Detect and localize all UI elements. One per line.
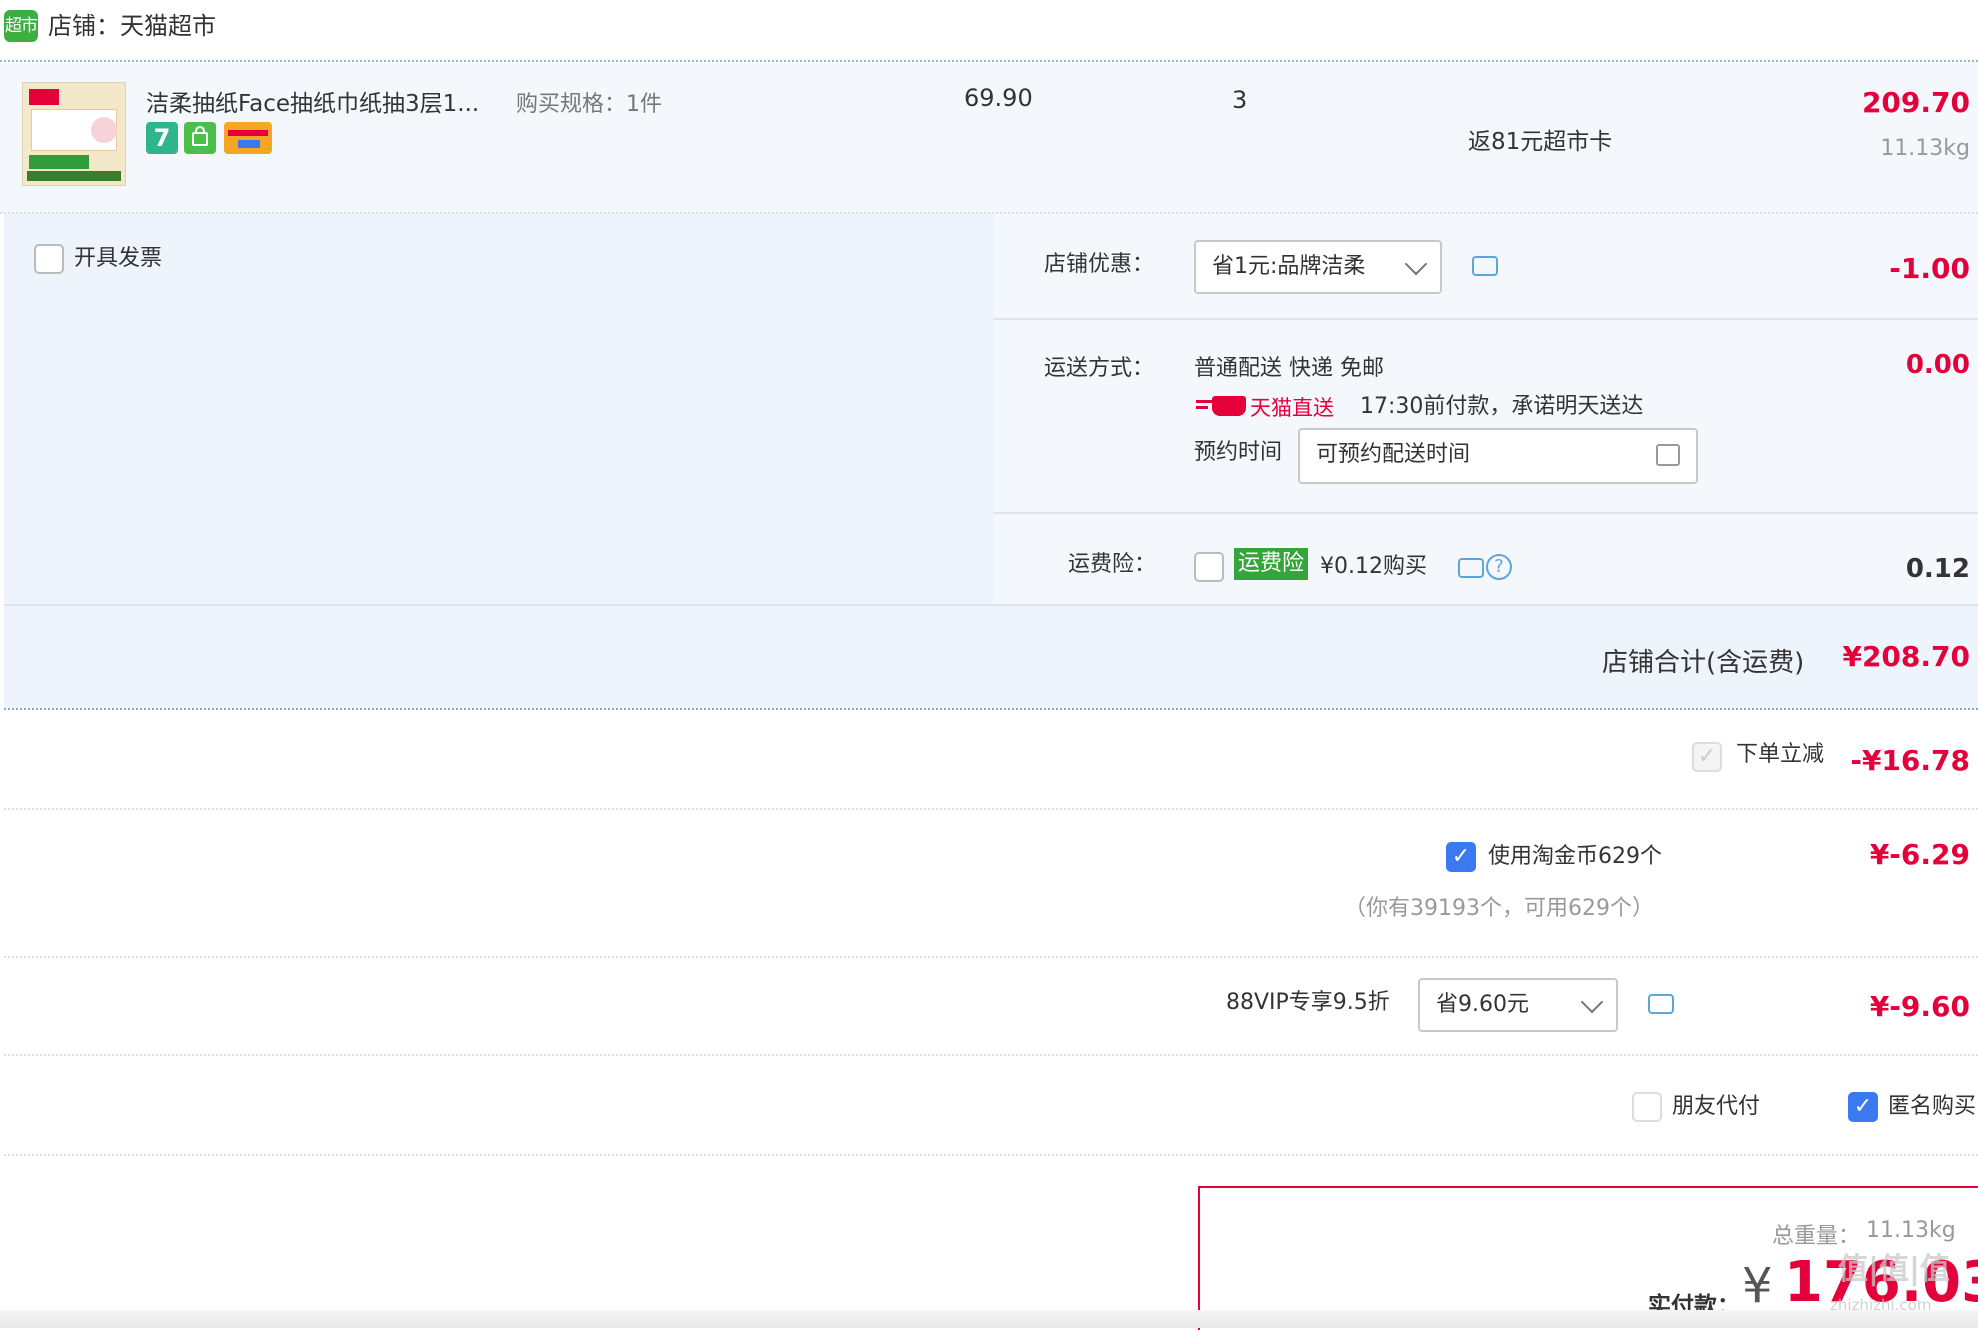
divider [4,956,1978,958]
anonymous-label: 匿名购买 [1888,1094,1977,1119]
freight-insurance-price: ¥0.12购买 [1320,554,1427,579]
shop-name[interactable]: 店铺：天猫超市 [48,10,216,42]
shipping-amount: 0.00 [1905,350,1970,380]
instant-discount-checkbox: ✓ [1692,742,1722,772]
total-weight: 11.13kg [1866,1218,1956,1243]
chevron-down-icon [1580,990,1604,1014]
bottom-edge [0,1310,1978,1328]
taojinbi-label: 使用淘金币629个 [1488,844,1662,869]
supermarket-icon: 超市 [4,10,38,42]
freight-insurance-label: 运费险： [1068,552,1157,577]
shipping-method: 普通配送 快递 免邮 [1194,356,1384,381]
friend-pay-checkbox[interactable] [1632,1092,1662,1122]
shipping-label: 运送方式： [1044,356,1155,381]
invoice-checkbox[interactable] [34,244,64,274]
shop-total-label: 店铺合计(含运费) [1602,648,1805,678]
divider [994,512,1978,514]
friend-pay-label: 朋友代付 [1672,1094,1761,1119]
anonymous-checkbox[interactable]: ✓ [1848,1092,1878,1122]
product-title[interactable]: 洁柔抽纸Face抽纸巾纸抽3层1... [146,84,479,118]
instant-discount-label: 下单立减 [1736,742,1825,767]
invoice-label: 开具发票 [74,246,163,271]
quantity: 3 [1232,86,1248,114]
appointment-time-input[interactable]: 可预约配送时间 [1298,428,1698,484]
seven-day-return-icon: 7 [146,122,178,154]
store-discount-label: 店铺优惠： [1044,252,1155,277]
divider [4,604,1978,606]
watermark: 值|值|值 [1838,1252,1950,1287]
currency-symbol: ¥ [1742,1258,1773,1314]
delivery-promise: 17:30前付款，承诺明天送达 [1360,394,1644,419]
product-thumbnail[interactable] [22,82,126,186]
freight-insurance-tag: 运费险 [1234,548,1309,580]
unit-price: 69.90 [964,84,1033,112]
product-spec: 购买规格：1件 [516,92,662,117]
store-discount-select[interactable]: 省1元:品牌洁柔 [1194,240,1442,294]
item-weight: 11.13kg [1880,136,1970,161]
freight-insurance-checkbox[interactable] [1194,552,1224,582]
shop-total-amount: ¥208.70 [1842,640,1970,673]
supermarket-card-icon [224,122,272,154]
chevron-down-icon [1404,252,1428,276]
vip-discount-label: 88VIP专享9.5折 [1226,990,1390,1015]
store-discount-amount: -1.00 [1889,252,1970,285]
shopping-bag-icon [184,122,216,154]
instant-discount-amount: -¥16.78 [1850,744,1970,777]
taojinbi-note: （你有39193个，可用629个） [1344,896,1654,921]
divider [994,318,1978,320]
item-subtotal: 209.70 [1861,86,1970,119]
vip-discount-select[interactable]: 省9.60元 [1418,978,1618,1032]
divider [4,708,1978,710]
tmall-direct-label: 天猫直送 [1250,396,1334,420]
divider [4,1054,1978,1056]
tmall-direct-icon [1196,400,1212,403]
freight-insurance-amount: 0.12 [1905,554,1970,584]
taojinbi-checkbox[interactable]: ✓ [1446,842,1476,872]
vip-discount-value: 省9.60元 [1436,992,1529,1017]
appointment-label: 预约时间 [1194,440,1283,465]
help-icon[interactable]: ? [1486,554,1512,580]
message-icon[interactable] [1472,250,1498,276]
vip-discount-amount: ¥-9.60 [1869,990,1970,1023]
store-discount-value: 省1元:品牌洁柔 [1212,254,1366,279]
appointment-placeholder: 可预约配送时间 [1316,442,1471,467]
divider [4,808,1978,810]
taojinbi-amount: ¥-6.29 [1869,838,1970,871]
calendar-icon[interactable] [1656,444,1680,466]
rebate-text: 返81元超市卡 [1468,129,1613,155]
divider [4,1154,1978,1156]
message-icon[interactable] [1458,552,1484,578]
shop-header: 超市 店铺：天猫超市 [0,0,1978,62]
tmall-cat-icon [1212,396,1246,416]
message-icon[interactable] [1648,988,1674,1014]
